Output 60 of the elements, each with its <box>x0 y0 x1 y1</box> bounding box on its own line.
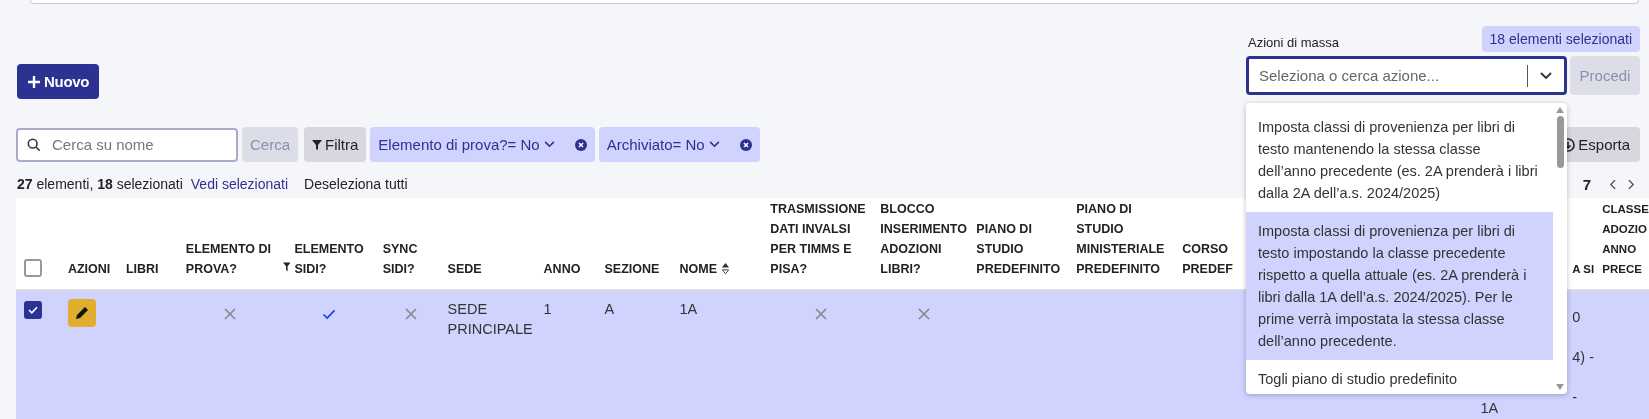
search-field[interactable]: Cerca su nome <box>16 127 238 162</box>
column-header: TRASMISSIONE DATI INVALSI PER TIMMS E PISA? <box>770 201 867 278</box>
chevron-down-icon <box>543 141 555 148</box>
remove-icon[interactable] <box>739 138 752 151</box>
column-header: BLOCCO INSERIMENTO ADOZIONI LIBRI? <box>880 201 968 278</box>
check-icon <box>28 306 38 314</box>
table-cell-text: SEDE PRINCIPALE <box>447 300 534 339</box>
dropdown-option[interactable]: Togli piano di studio predefinito <box>1246 360 1553 394</box>
search-icon <box>27 137 41 152</box>
remove-icon[interactable] <box>574 138 587 151</box>
sort-icon[interactable] <box>720 262 730 275</box>
column-header: NOME <box>679 261 717 278</box>
action-select[interactable]: Seleziona o cerca azione... <box>1246 56 1567 95</box>
column-header: SEZIONE <box>604 261 660 278</box>
column-header: ELEMENTO SIDI? <box>294 241 365 278</box>
column-header: CLASSE ADOZIO ANNO PRECE <box>1602 202 1649 277</box>
column-header: CORSO PREDEF <box>1182 241 1234 278</box>
column-header: ANNO <box>543 261 581 278</box>
table-cell: 1A <box>1480 400 1499 417</box>
dropdown-option[interactable]: Imposta classi di provenienza per libri di testo mantenendo la stessa classe dell’anno precedente (es. 2A prenderà i libri dalla 2A dell’a.s. 2024/2025) <box>1246 108 1553 212</box>
table-cell-text: 1 <box>543 300 553 319</box>
filter-chip[interactable]: Elemento di prova?= No <box>370 127 595 162</box>
chevron-down-icon <box>708 141 720 148</box>
column-header: SEDE <box>447 261 482 278</box>
column-header: AZIONI <box>67 261 111 278</box>
table-cell-text: 4) - <box>1572 348 1596 367</box>
filter-button[interactable]: Filtra <box>304 127 367 162</box>
scroll-up-icon[interactable] <box>1556 107 1564 113</box>
plus-icon <box>27 74 41 89</box>
edit-button[interactable] <box>67 299 96 327</box>
column-header: LIBRI <box>125 261 159 278</box>
table-cell-text: 0 <box>1572 308 1582 327</box>
column-header: SYNC SIDI? <box>382 241 419 278</box>
column-header: A SI <box>1572 262 1595 277</box>
dropdown-option[interactable]: Imposta classi di provenienza per libri di testo impostando la classe precedente rispetto a quella attuale (es. 2A prenderà i libri dalla 1A dell’a.s. 2024/2025). Per le prime verrà impostata la stessa classe dell’anno precedente. <box>1246 212 1553 360</box>
next-page-icon[interactable] <box>1628 178 1635 190</box>
table-cell-text: A <box>604 300 616 319</box>
chevron-down-icon <box>1540 71 1552 80</box>
table-cell-text: 1A <box>679 300 699 319</box>
page-range: 7 <box>1582 175 1591 193</box>
view-selected-link[interactable]: Vedi selezionati <box>190 176 289 192</box>
column-header: ELEMENTO DI PROVA? <box>185 241 272 278</box>
previous-page-icon[interactable] <box>1609 178 1616 190</box>
action-search-input[interactable]: Seleziona o cerca azione... <box>1257 66 1523 85</box>
mass-actions-label: Azioni di massa <box>1248 35 1340 50</box>
pencil-icon <box>73 305 90 321</box>
funnel-icon[interactable] <box>282 261 291 273</box>
new-button[interactable]: Nuovo <box>17 64 100 99</box>
column-header: PIANO DI STUDIO PREDEFINITO <box>976 221 1062 278</box>
row-checkbox[interactable] <box>24 301 42 319</box>
filter-chip[interactable]: Archiviato= No <box>598 127 760 162</box>
selected-count-badge: 18 elementi selezionati <box>1481 26 1640 52</box>
select-all-checkbox[interactable] <box>24 259 42 277</box>
scroll-down-icon[interactable] <box>1556 384 1564 390</box>
column-header: PIANO DI STUDIO MINISTERIALE PREDEFINITO <box>1076 201 1166 278</box>
funnel-icon <box>312 139 322 150</box>
scrollbar-thumb[interactable] <box>1556 116 1564 168</box>
selection-summary: 27 elementi, 18 selezionati <box>17 176 183 192</box>
table-cell-text: - <box>1572 388 1579 407</box>
deselect-all-link[interactable]: Deseleziona tutti <box>304 176 408 192</box>
